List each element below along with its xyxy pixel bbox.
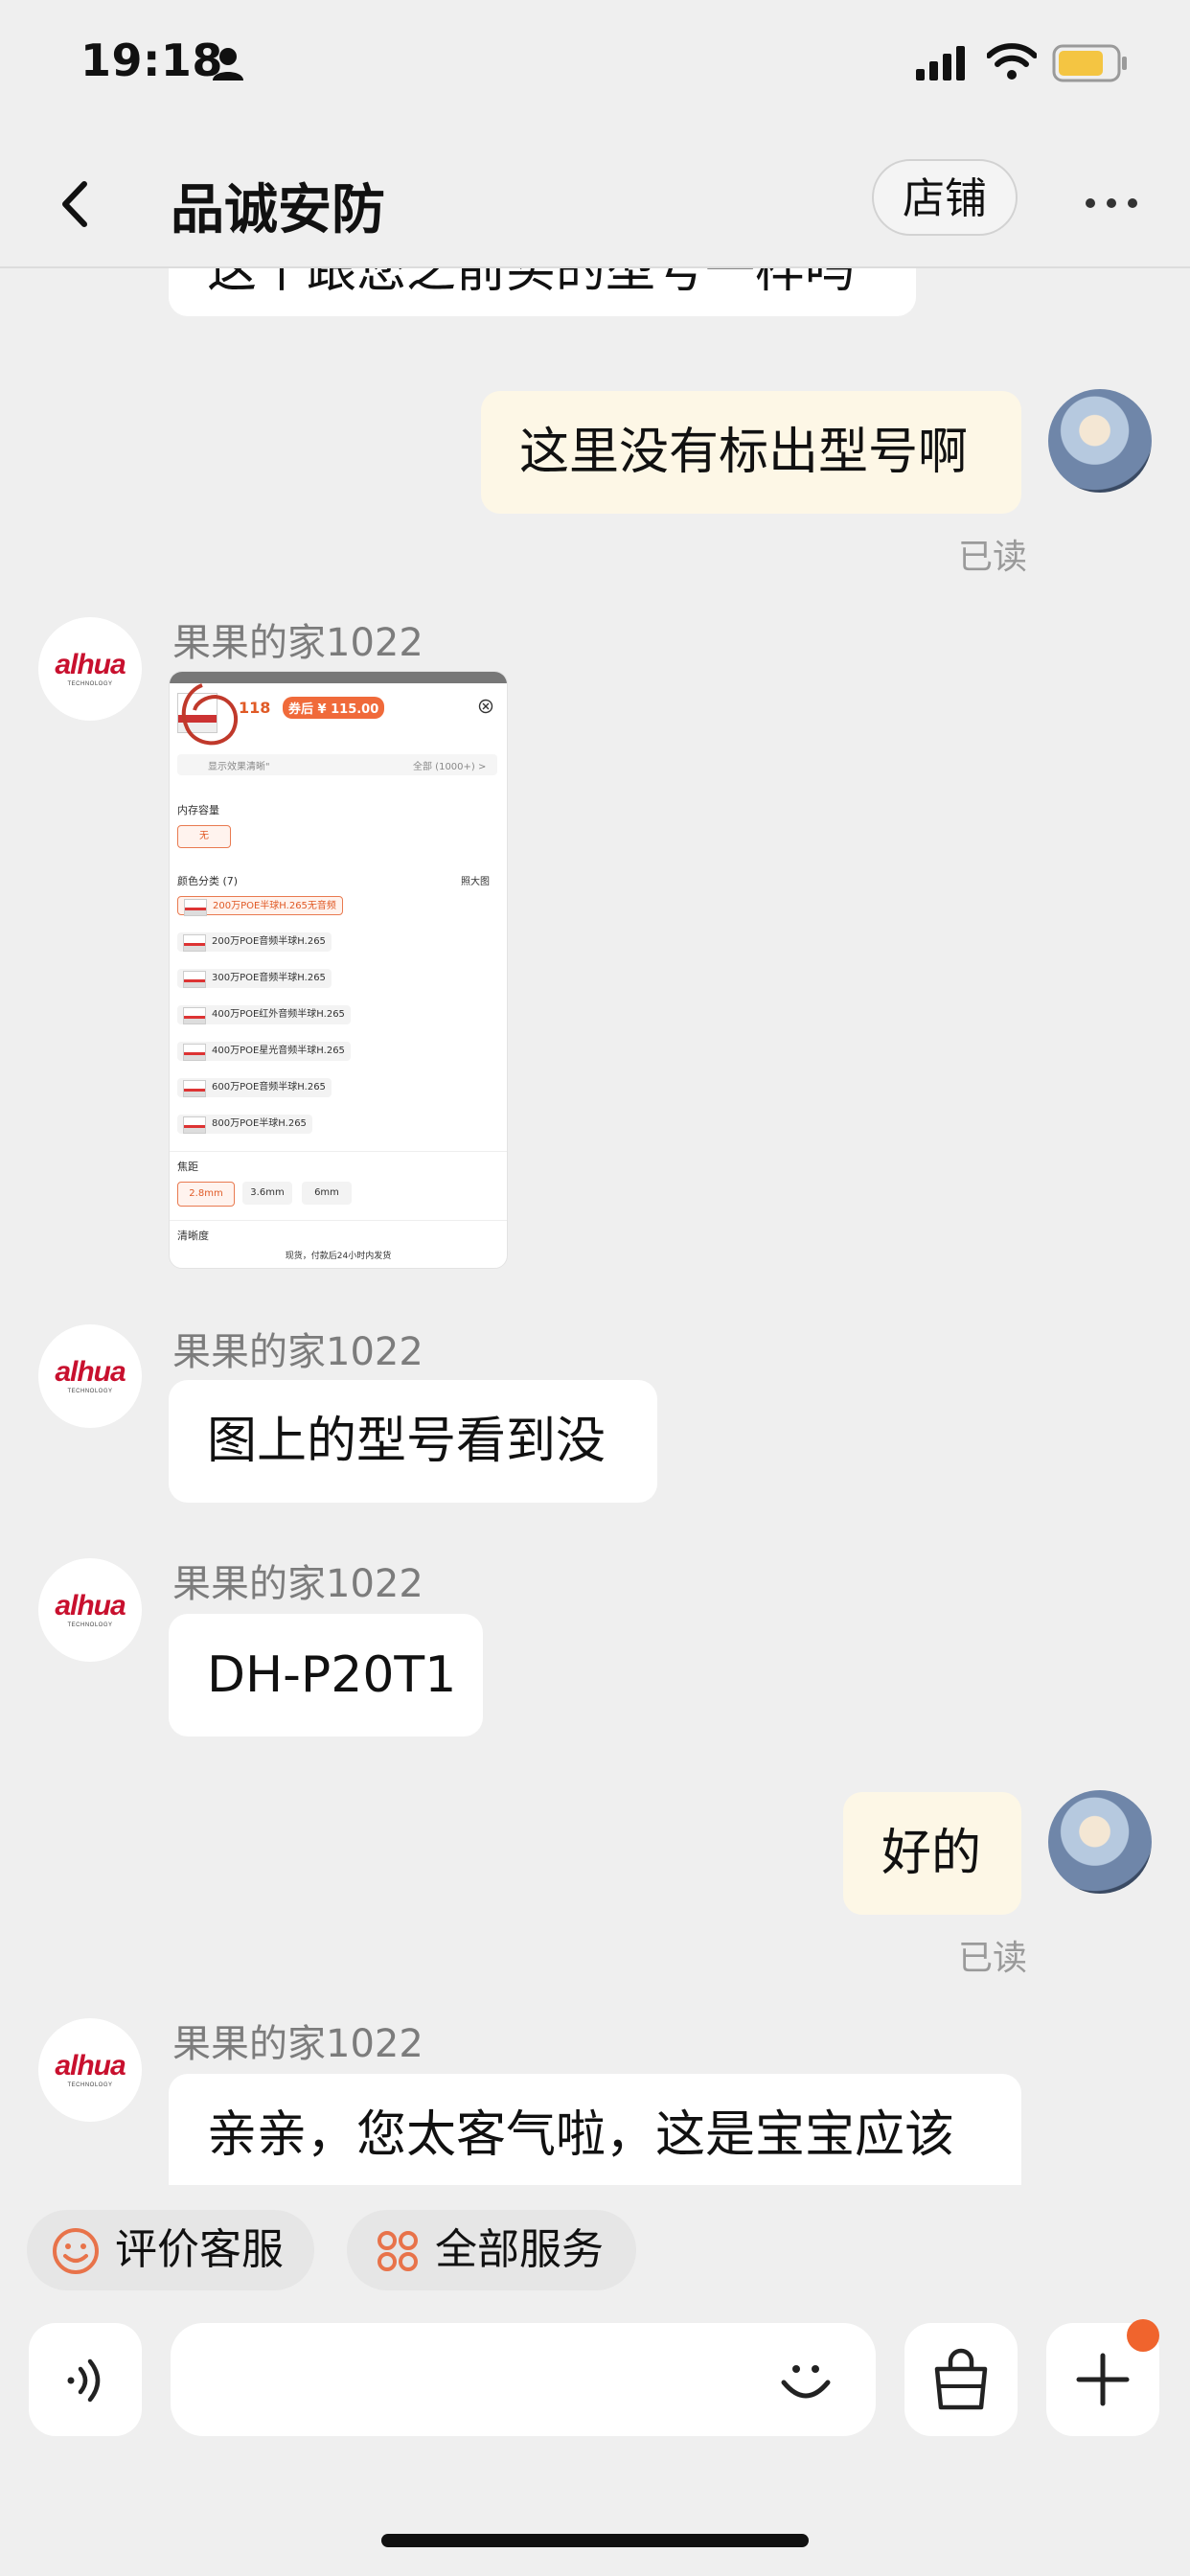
message-bubble: DH-P20T1	[169, 1614, 483, 1736]
brand-logo-sub: TECHNOLOGY	[67, 1389, 113, 1394]
shopping-bag-button[interactable]	[904, 2323, 1018, 2436]
focal-label: 焦距	[177, 1161, 198, 1173]
option-chip: 400万POE星光音频半球H.265	[177, 1042, 351, 1061]
color-label: 颜色分类 (7)	[177, 875, 239, 887]
sender-name: 果果的家1022	[172, 1330, 423, 1374]
product-screenshot-image[interactable]: 118 券后 ¥ 115.00 显示效果清晰" 全部 (1000+) > 内存容…	[169, 671, 508, 1269]
message-bubble: 亲亲，您太客气啦，这是宝宝应该	[169, 2074, 1021, 2185]
bag-icon	[934, 2348, 988, 2410]
all-services-label: 全部服务	[435, 2225, 604, 2274]
person-icon	[213, 48, 243, 80]
clarity-label: 清晰度	[177, 1230, 209, 1242]
signal-icon	[916, 46, 965, 80]
message-text: 好的	[881, 1825, 982, 1882]
option-chip: 800万POE半球H.265	[177, 1115, 312, 1134]
option-thumb	[184, 899, 207, 916]
message-bubble-partial: 这个跟您之前买的型号一样吗	[169, 268, 916, 316]
option-chip: 600万POE音频半球H.265	[177, 1078, 332, 1097]
my-message-bubble: 这里没有标出型号啊	[481, 391, 1021, 514]
seller-avatar[interactable]: alhua TECHNOLOGY	[38, 2018, 142, 2122]
sender-name: 果果的家1022	[172, 2022, 423, 2066]
message-bubble: 图上的型号看到没	[169, 1380, 657, 1503]
status-time: 19:18	[80, 34, 223, 86]
option-chip: 400万POE红外音频半球H.265	[177, 1005, 351, 1024]
brand-logo-text: alhua	[55, 649, 126, 680]
emoji-icon[interactable]	[774, 2348, 837, 2411]
wifi-icon	[987, 43, 1037, 80]
option-thumb	[183, 1044, 206, 1061]
price-tag: 券后 ¥ 115.00	[283, 697, 385, 719]
message-text: 图上的型号看到没	[207, 1413, 606, 1470]
chat-message-list[interactable]: 这个跟您之前买的型号一样吗 这里没有标出型号啊 已读 alhua TECHNOL…	[0, 268, 1190, 2185]
my-avatar[interactable]	[1048, 1790, 1152, 1894]
divider	[170, 1151, 507, 1152]
my-message-bubble: 好的	[843, 1792, 1021, 1915]
brand-logo-sub: TECHNOLOGY	[67, 681, 113, 687]
chat-header: 品诚安防 店铺	[0, 144, 1190, 268]
read-receipt: 已读	[958, 538, 1028, 577]
all-services-button[interactable]: 全部服务	[347, 2210, 636, 2290]
footer-note: 现货，付款后24小时内发货	[285, 1252, 392, 1261]
read-receipt: 已读	[958, 1939, 1028, 1978]
my-avatar[interactable]	[1048, 389, 1152, 493]
brand-logo-sub: TECHNOLOGY	[67, 2082, 113, 2088]
option-thumb	[183, 934, 206, 952]
option-label: 200万POE半球H.265无音频	[213, 901, 336, 911]
message-text: 这里没有标出型号啊	[519, 424, 969, 481]
option-label: 300万POE音频半球H.265	[212, 973, 326, 983]
store-button[interactable]: 店铺	[872, 159, 1018, 236]
focal-option: 6mm	[302, 1182, 352, 1205]
seller-avatar[interactable]: alhua TECHNOLOGY	[38, 1558, 142, 1662]
message-input-field[interactable]	[171, 2323, 876, 2436]
brand-logo-text: alhua	[55, 1356, 126, 1388]
home-indicator	[381, 2534, 809, 2547]
option-chip: 200万POE半球H.265无音频	[177, 896, 343, 916]
review-service-button[interactable]: 评价客服	[27, 2210, 314, 2290]
brand-logo-sub: TECHNOLOGY	[67, 1622, 113, 1628]
option-label: 400万POE红外音频半球H.265	[212, 1009, 345, 1020]
battery-icon	[1052, 44, 1127, 82]
option-thumb	[183, 1080, 206, 1097]
all-count: 全部 (1000+) >	[413, 762, 487, 772]
review-service-label: 评价客服	[115, 2225, 284, 2274]
close-icon	[478, 699, 493, 714]
smile-icon	[53, 2228, 99, 2274]
focal-option: 3.6mm	[242, 1182, 292, 1205]
brand-logo-text: alhua	[55, 1590, 126, 1622]
option-label: 400万POE星光音频半球H.265	[212, 1046, 345, 1056]
notification-dot	[1127, 2319, 1159, 2352]
option-label: 600万POE音频半球H.265	[212, 1082, 326, 1092]
price-prefix: 118	[239, 699, 271, 717]
seller-avatar[interactable]: alhua TECHNOLOGY	[38, 1324, 142, 1428]
sender-name: 果果的家1022	[172, 1562, 423, 1606]
option-label: 200万POE音频半球H.265	[212, 936, 326, 947]
option-label: 800万POE半球H.265	[212, 1118, 307, 1129]
option-thumb	[183, 1007, 206, 1024]
big-image-link: 照大图	[461, 877, 490, 887]
plus-icon	[1076, 2353, 1130, 2406]
memory-label: 内存容量	[177, 804, 219, 816]
grid-icon	[378, 2231, 418, 2271]
voice-icon	[67, 2358, 101, 2403]
memory-option: 无	[177, 825, 231, 848]
divider	[170, 1220, 507, 1221]
back-icon[interactable]	[44, 171, 111, 238]
option-chip: 300万POE音频半球H.265	[177, 969, 332, 988]
option-chip: 200万POE音频半球H.265	[177, 932, 332, 952]
search-row-text: 显示效果清晰"	[208, 762, 270, 772]
shop-title: 品诚安防	[171, 179, 385, 242]
brand-logo-text: alhua	[55, 2050, 126, 2082]
sender-name: 果果的家1022	[172, 621, 423, 665]
option-thumb	[183, 971, 206, 988]
option-thumb	[183, 1116, 206, 1134]
focal-option: 2.8mm	[177, 1182, 235, 1207]
message-text: DH-P20T1	[207, 1646, 457, 1704]
seller-avatar[interactable]: alhua TECHNOLOGY	[38, 617, 142, 721]
more-icon[interactable]	[1083, 194, 1140, 213]
message-text: 这个跟您之前买的型号一样吗	[207, 268, 856, 299]
message-text: 亲亲，您太客气啦，这是宝宝应该	[207, 2106, 955, 2164]
voice-button[interactable]	[29, 2323, 142, 2436]
